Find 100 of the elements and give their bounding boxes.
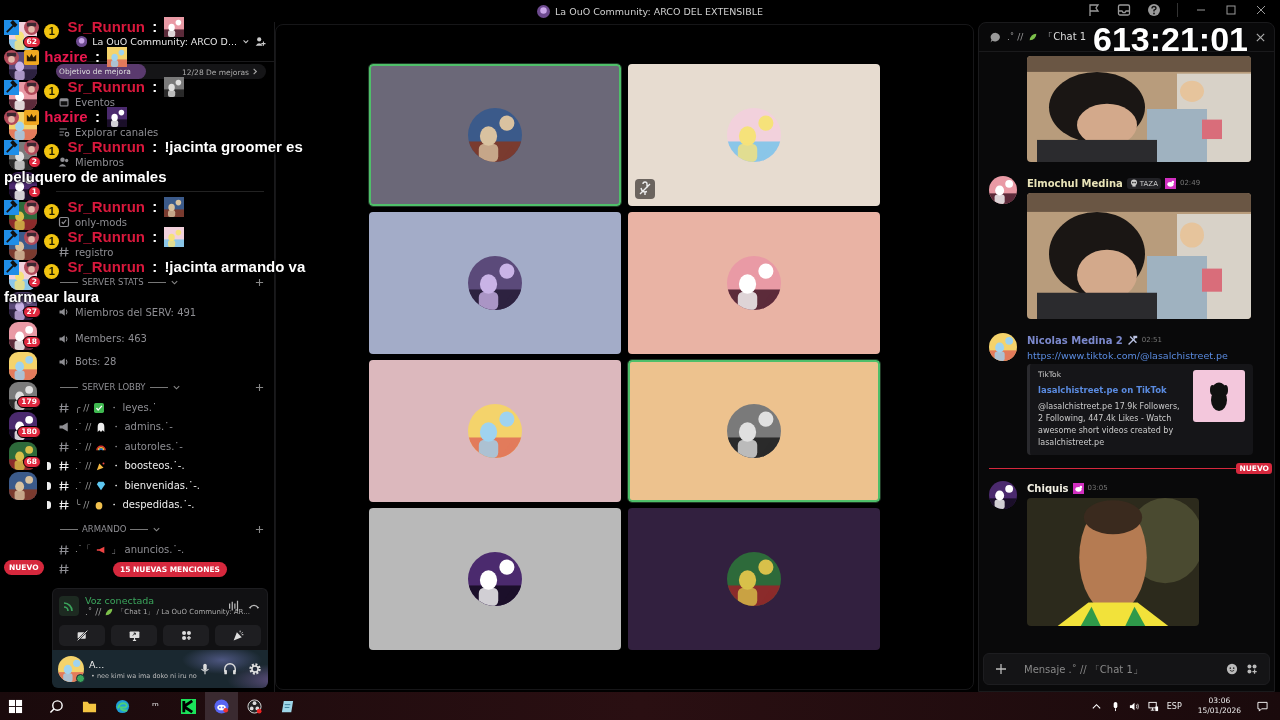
channel-decoration: .˙ // — [75, 480, 92, 491]
channel-name[interactable]: ・ leyes.˙ — [109, 400, 157, 415]
channel-name[interactable]: ・ despedidas.˙-. — [109, 498, 195, 513]
server-name[interactable]: La OuO Community: ARCO D... — [92, 36, 237, 47]
channel-decoration: .˙ // — [75, 441, 92, 452]
rank-badge: 1 — [44, 264, 60, 279]
add-channel-icon[interactable] — [255, 382, 264, 392]
k-logo-icon[interactable] — [181, 698, 196, 714]
browser-icon[interactable] — [115, 698, 130, 714]
avatar-icon — [4, 110, 19, 125]
avatar-icon — [24, 20, 40, 35]
channel-decoration: ╭ // — [75, 402, 90, 413]
rank-badge: 1 — [44, 204, 60, 219]
check-emoji-icon — [94, 402, 105, 413]
maximize-icon[interactable] — [1224, 3, 1238, 17]
close-icon[interactable] — [1254, 3, 1268, 17]
channel-name[interactable]: 」 anuncios.˙-. — [111, 542, 185, 557]
rank-badge: 1 — [44, 84, 60, 99]
network-icon[interactable] — [1147, 700, 1159, 712]
volume-icon[interactable] — [1128, 700, 1140, 712]
close-icon[interactable] — [1255, 31, 1266, 43]
user-name: A... — [89, 658, 106, 670]
plus-icon[interactable] — [995, 663, 1007, 675]
soundboard-button[interactable] — [215, 625, 261, 646]
camera-button[interactable] — [59, 625, 105, 646]
hash-icon — [58, 563, 70, 576]
microphone-icon[interactable] — [198, 662, 212, 676]
author-name[interactable]: Nicolas Medina 2 — [1027, 334, 1123, 346]
help-icon[interactable] — [1147, 3, 1161, 17]
chat-username: Sr_Runrun — [67, 258, 146, 275]
participant-tile[interactable] — [628, 508, 880, 650]
game-controller-icon[interactable] — [214, 698, 229, 714]
avatar-icon — [24, 200, 40, 215]
windows-start-icon[interactable] — [8, 698, 23, 714]
channel-name[interactable]: only-mods — [75, 216, 127, 228]
hash-icon — [58, 460, 70, 473]
party-emoji-icon — [96, 461, 107, 472]
add-channel-icon[interactable] — [255, 277, 264, 287]
notepad-icon[interactable] — [280, 698, 295, 714]
list-search-icon — [58, 126, 70, 138]
participant-tile[interactable] — [369, 508, 621, 650]
author-name[interactable]: Elmochul Medina — [1027, 177, 1123, 189]
chat-username: Sr_Runrun — [67, 228, 146, 245]
category-label[interactable]: ARMANDO — [82, 524, 127, 534]
add-channel-icon[interactable] — [255, 524, 264, 534]
app-glyph[interactable]: ᵐ — [152, 699, 159, 713]
channel-name[interactable]: Miembros — [75, 156, 124, 168]
participant-tile[interactable] — [628, 360, 880, 502]
participant-tile[interactable] — [369, 212, 621, 354]
flag-icon[interactable] — [1087, 3, 1101, 17]
channel-name[interactable]: Bots: 28 — [75, 356, 117, 367]
screen-share-button[interactable] — [111, 625, 157, 646]
participant-tile[interactable] — [369, 64, 621, 206]
dog-thumbnail-icon — [1193, 370, 1245, 422]
settings-icon[interactable] — [248, 662, 262, 676]
input-language[interactable]: ESP — [1166, 701, 1182, 711]
channel-decoration: .˙ // — [75, 461, 92, 472]
chevron-down-icon[interactable] — [242, 37, 250, 46]
channel-name[interactable]: registro — [75, 246, 114, 258]
participant-tile[interactable] — [369, 360, 621, 502]
soundboard-icon — [231, 629, 245, 642]
chat-bubble-icon — [989, 30, 1002, 44]
link[interactable]: https://www.tiktok.com/@lasalchistreet.pe — [1027, 350, 1253, 361]
chat-separator: : — [94, 108, 100, 125]
add-member-icon[interactable] — [254, 35, 266, 48]
speaker-icon — [58, 332, 70, 345]
author-name[interactable]: Chiquis — [1027, 482, 1069, 494]
emoji-icon[interactable] — [1226, 663, 1238, 675]
category-label[interactable]: SERVER LOBBY — [82, 382, 146, 392]
message-field[interactable]: Mensaje .˚ // 「Chat 1」 — [983, 653, 1270, 685]
channel-name[interactable]: Miembros del SERV: 491 — [75, 306, 197, 318]
search-icon[interactable] — [49, 698, 64, 714]
inbox-icon[interactable] — [1117, 3, 1131, 17]
apps-icon[interactable] — [1246, 663, 1258, 675]
chevron-right-icon — [252, 66, 258, 76]
notification-icon[interactable] — [1257, 700, 1268, 712]
participant-tile[interactable] — [628, 64, 880, 206]
server-icon — [537, 4, 551, 18]
headphones-icon[interactable] — [223, 662, 237, 676]
category-label[interactable]: SERVER STATS — [82, 277, 144, 287]
channel-decoration: .˙「 — [75, 543, 92, 557]
embed-title[interactable]: lasalchistreet.pe on TikTok — [1038, 385, 1187, 395]
channel-name[interactable]: Members: 463 — [75, 333, 147, 344]
channel-name[interactable]: ・ boosteos.˙-. — [111, 459, 185, 474]
channel-name[interactable]: Explorar canales — [75, 126, 159, 138]
channel-name[interactable]: Eventos — [75, 96, 115, 108]
camera-off-icon — [75, 629, 89, 642]
chat-username: Sr_Runrun — [67, 18, 146, 35]
chat-username: Sr_Runrun — [67, 198, 146, 215]
avatar-icon — [24, 230, 40, 245]
avatar-icon — [24, 140, 40, 155]
recorder-icon[interactable] — [247, 698, 262, 714]
chat-separator: : — [152, 78, 158, 95]
channel-name[interactable]: ・ admins.˙- — [111, 420, 173, 435]
channel-name[interactable]: ・ autoroles.˙- — [111, 439, 183, 454]
chat-username: Sr_Runrun — [67, 138, 146, 155]
booster-icon — [1072, 482, 1084, 494]
participant-tile[interactable] — [628, 212, 880, 354]
activities-button[interactable] — [163, 625, 209, 646]
channel-name[interactable]: ・ bienvenidas.˙-. — [111, 478, 200, 493]
